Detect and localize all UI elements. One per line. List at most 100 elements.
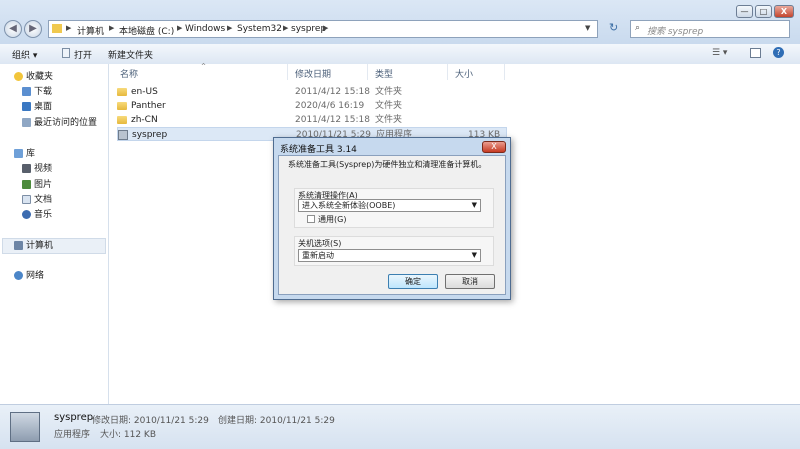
column-header-type[interactable]: 类型 bbox=[375, 67, 393, 80]
picture-icon bbox=[22, 180, 31, 189]
document-icon bbox=[22, 195, 31, 204]
chevron-icon: ▶ bbox=[109, 24, 115, 32]
nav-music[interactable]: 音乐 bbox=[22, 208, 52, 222]
breadcrumb-sysprep[interactable]: sysprep bbox=[291, 24, 326, 34]
chevron-icon: ▶ bbox=[66, 24, 72, 32]
library-icon bbox=[14, 149, 23, 158]
file-row[interactable]: Panther 2020/4/6 16:19 文件夹 bbox=[117, 99, 517, 113]
folder-icon bbox=[117, 87, 127, 96]
sysprep-app-icon bbox=[10, 412, 40, 442]
file-row[interactable]: en-US 2011/4/12 15:18 文件夹 bbox=[117, 85, 517, 99]
dialog-description: 系统准备工具(Sysprep)为硬件独立和清理准备计算机。 bbox=[288, 160, 487, 169]
organize-menu[interactable]: 组织 ▾ bbox=[12, 48, 37, 61]
address-bar[interactable]: ▶ 计算机 ▶ 本地磁盘 (C:) ▶ Windows ▶ System32 ▶… bbox=[48, 20, 598, 38]
cleanup-action-select[interactable]: 进入系统全新体验(OOBE) ▼ bbox=[298, 199, 481, 212]
generalize-label: 通用(G) bbox=[318, 215, 347, 224]
dialog-title: 系统准备工具 3.14 bbox=[280, 145, 357, 155]
folder-icon bbox=[117, 101, 127, 110]
details-type: 应用程序 bbox=[54, 430, 91, 440]
shutdown-label: 关机选项(S) bbox=[298, 239, 342, 248]
star-icon bbox=[14, 72, 23, 81]
chevron-icon: ▶ bbox=[227, 24, 233, 32]
nav-computer[interactable]: 计算机 bbox=[14, 239, 53, 253]
column-divider[interactable] bbox=[447, 64, 448, 80]
refresh-icon[interactable]: ↻ bbox=[609, 21, 618, 34]
cleanup-group: 系统清理操作(A) 进入系统全新体验(OOBE) ▼ 通用(G) bbox=[294, 188, 494, 228]
command-bar: 组织 ▾ 打开 新建文件夹 ☰ ▾ ? bbox=[0, 44, 800, 65]
desktop-icon bbox=[22, 102, 31, 111]
navigation-pane: 收藏夹 下载 桌面 最近访问的位置 库 视频 图片 文档 音乐 计算机 网络 bbox=[0, 64, 109, 404]
chevron-icon: ▶ bbox=[323, 24, 329, 32]
close-button[interactable]: X bbox=[774, 5, 794, 18]
chevron-icon: ▶ bbox=[283, 24, 289, 32]
file-name: en-US bbox=[131, 87, 158, 97]
details-size: 大小: 112 KB bbox=[100, 430, 157, 440]
minimize-button[interactable]: — bbox=[736, 5, 753, 18]
file-type: 文件夹 bbox=[375, 101, 403, 111]
file-name: zh-CN bbox=[131, 115, 158, 125]
shutdown-option-select[interactable]: 重新启动 ▼ bbox=[298, 249, 481, 262]
music-icon bbox=[22, 210, 31, 219]
cancel-button[interactable]: 取消 bbox=[445, 274, 495, 289]
new-folder-button[interactable]: 新建文件夹 bbox=[108, 48, 153, 61]
help-icon[interactable]: ? bbox=[773, 47, 784, 58]
column-divider[interactable] bbox=[367, 64, 368, 80]
nav-videos[interactable]: 视频 bbox=[22, 162, 52, 176]
file-modified: 2020/4/6 16:19 bbox=[295, 101, 365, 111]
folder-icon bbox=[117, 115, 127, 124]
sysprep-dialog: 系统准备工具 3.14 X 系统准备工具(Sysprep)为硬件独立和清理准备计… bbox=[273, 137, 511, 300]
details-created: 创建日期: 2010/11/21 5:29 bbox=[218, 416, 335, 426]
shutdown-group: 关机选项(S) 重新启动 ▼ bbox=[294, 236, 494, 266]
column-divider[interactable] bbox=[287, 64, 288, 80]
preview-pane-icon[interactable] bbox=[750, 48, 761, 58]
search-box[interactable]: ⌕ 搜索 sysprep bbox=[630, 20, 790, 38]
video-icon bbox=[22, 164, 31, 173]
details-file-name: sysprep bbox=[54, 412, 94, 423]
breadcrumb-drive[interactable]: 本地磁盘 (C:) bbox=[119, 24, 174, 37]
dialog-close-button[interactable]: X bbox=[482, 141, 506, 153]
column-header-modified[interactable]: 修改日期 bbox=[295, 67, 331, 80]
details-modified: 修改日期: 2010/11/21 5:29 bbox=[92, 416, 209, 426]
forward-button[interactable]: ▶ bbox=[24, 20, 42, 38]
file-name: Panther bbox=[131, 101, 166, 111]
breadcrumb-windows[interactable]: Windows bbox=[185, 24, 225, 34]
view-options-icon[interactable]: ☰ ▾ bbox=[712, 48, 727, 58]
open-button[interactable]: 打开 bbox=[74, 48, 92, 61]
file-row[interactable]: zh-CN 2011/4/12 15:18 文件夹 bbox=[117, 113, 517, 127]
details-pane: sysprep 修改日期: 2010/11/21 5:29 创建日期: 2010… bbox=[0, 404, 800, 449]
nav-desktop[interactable]: 桌面 bbox=[22, 100, 52, 114]
nav-libraries[interactable]: 库 bbox=[14, 147, 35, 161]
dropdown-arrow-icon: ▼ bbox=[471, 201, 477, 209]
dropdown-arrow-icon: ▼ bbox=[471, 251, 477, 259]
ok-button[interactable]: 确定 bbox=[388, 274, 438, 289]
dropdown-arrow-icon[interactable]: ▼ bbox=[585, 24, 590, 32]
recent-places-icon bbox=[22, 118, 31, 127]
arrow-right-icon: ▶ bbox=[29, 23, 37, 34]
nav-favorites[interactable]: 收藏夹 bbox=[14, 70, 53, 84]
back-button[interactable]: ◀ bbox=[4, 20, 22, 38]
maximize-button[interactable]: □ bbox=[755, 5, 772, 18]
column-header-name[interactable]: 名称 bbox=[120, 67, 138, 80]
column-divider[interactable] bbox=[504, 64, 505, 80]
network-icon bbox=[14, 271, 23, 280]
breadcrumb-system32[interactable]: System32 bbox=[237, 24, 282, 34]
nav-pictures[interactable]: 图片 bbox=[22, 178, 52, 192]
generalize-checkbox[interactable] bbox=[307, 215, 315, 223]
nav-network[interactable]: 网络 bbox=[14, 269, 44, 283]
column-header-size[interactable]: 大小 bbox=[455, 67, 473, 80]
file-name: sysprep bbox=[132, 130, 168, 140]
sort-arrow-icon: ^ bbox=[201, 63, 207, 70]
open-icon bbox=[62, 48, 70, 58]
nav-recent-places[interactable]: 最近访问的位置 bbox=[22, 116, 97, 130]
dialog-body: 系统准备工具(Sysprep)为硬件独立和清理准备计算机。 系统清理操作(A) … bbox=[278, 155, 506, 295]
file-type: 文件夹 bbox=[375, 87, 403, 97]
application-icon bbox=[118, 129, 128, 140]
search-icon: ⌕ bbox=[635, 23, 641, 33]
nav-documents[interactable]: 文档 bbox=[22, 193, 52, 207]
breadcrumb-computer[interactable]: 计算机 bbox=[77, 24, 104, 37]
computer-icon bbox=[14, 241, 23, 250]
arrow-left-icon: ◀ bbox=[9, 23, 17, 34]
nav-downloads[interactable]: 下载 bbox=[22, 85, 52, 99]
file-type: 文件夹 bbox=[375, 115, 403, 125]
download-icon bbox=[22, 87, 31, 96]
